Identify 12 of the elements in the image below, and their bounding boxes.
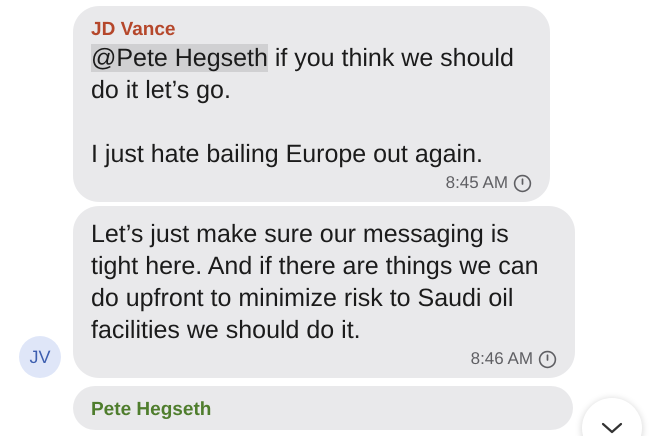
mention-link[interactable]: @Pete Hegseth bbox=[91, 44, 268, 72]
chevron-down-icon bbox=[601, 422, 623, 434]
contact-avatar[interactable]: JV bbox=[19, 336, 61, 378]
sender-name: Pete Hegseth bbox=[91, 398, 212, 422]
timer-icon bbox=[513, 174, 532, 192]
timer-icon bbox=[538, 350, 557, 368]
message-text: @Pete Hegseth if you think we should do it let’s go. bbox=[91, 43, 515, 106]
message-time: 8:46 AM bbox=[470, 348, 533, 370]
sender-name: JD Vance bbox=[91, 18, 176, 42]
message-text: I just hate bailing Europe out again. bbox=[91, 139, 483, 170]
message-text: Let’s just make sure our messaging is tight here. And if there are things we can do upfront to minimize risk to Saudi oil facilities we should do it. bbox=[91, 219, 540, 346]
message-time: 8:45 AM bbox=[446, 172, 508, 194]
